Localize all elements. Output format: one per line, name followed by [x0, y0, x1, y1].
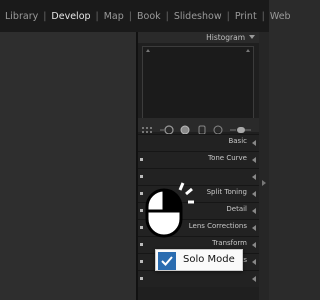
- expand-triangle-icon: [252, 242, 256, 248]
- module-map[interactable]: Map: [99, 11, 129, 22]
- checkmark-icon: [158, 252, 176, 270]
- module-print[interactable]: Print: [230, 11, 262, 22]
- expand-triangle-icon: [252, 191, 256, 197]
- expand-triangle-icon: [252, 140, 256, 146]
- section-label: Basic: [228, 137, 247, 145]
- histogram-title: Histogram: [206, 33, 245, 42]
- module-picker: Library | Develop | Map | Book | Slidesh…: [0, 0, 291, 32]
- expand-triangle-icon: [252, 225, 256, 231]
- module-develop[interactable]: Develop: [46, 11, 95, 22]
- expand-triangle-icon: [252, 276, 256, 282]
- panel-switch-icon[interactable]: [140, 158, 143, 161]
- histogram-display: [142, 46, 254, 122]
- highlight-clipping-icon[interactable]: [246, 49, 250, 52]
- section-label: Tone Curve: [208, 154, 247, 162]
- panel-switch-icon[interactable]: [140, 243, 143, 246]
- expand-triangle-icon: [252, 157, 256, 163]
- solo-mode-label: Solo Mode: [183, 254, 235, 265]
- module-web[interactable]: Web: [265, 11, 296, 22]
- module-slideshow[interactable]: Slideshow: [169, 11, 227, 22]
- expand-panel-arrow-icon[interactable]: [262, 180, 266, 186]
- section-label: Lens Corrections: [188, 222, 247, 230]
- solo-mode-menu-item[interactable]: Solo Mode: [155, 249, 243, 271]
- section-tone-curve[interactable]: Tone Curve: [138, 151, 259, 168]
- expand-triangle-icon: [252, 208, 256, 214]
- panel-switch-icon[interactable]: [140, 175, 143, 178]
- panel-switch-icon[interactable]: [140, 277, 143, 280]
- panel-switch-icon[interactable]: [140, 260, 143, 263]
- module-library[interactable]: Library: [0, 11, 43, 22]
- collapse-triangle-icon[interactable]: [249, 35, 255, 39]
- histogram-header[interactable]: Histogram: [138, 32, 259, 43]
- shadow-clipping-icon[interactable]: [146, 49, 150, 52]
- mouse-right-click-icon: [143, 180, 195, 240]
- section-basic[interactable]: Basic: [138, 134, 259, 151]
- section-label: Split Toning: [206, 188, 247, 196]
- right-edge-strip[interactable]: [259, 32, 269, 300]
- image-canvas[interactable]: [0, 32, 136, 300]
- expand-triangle-icon: [252, 174, 256, 180]
- module-book[interactable]: Book: [132, 11, 166, 22]
- section-camera-calibration[interactable]: [138, 270, 259, 287]
- section-label: Transform: [212, 239, 247, 247]
- section-label: Detail: [226, 205, 247, 213]
- tool-strip: [138, 118, 259, 136]
- expand-triangle-icon: [252, 259, 256, 265]
